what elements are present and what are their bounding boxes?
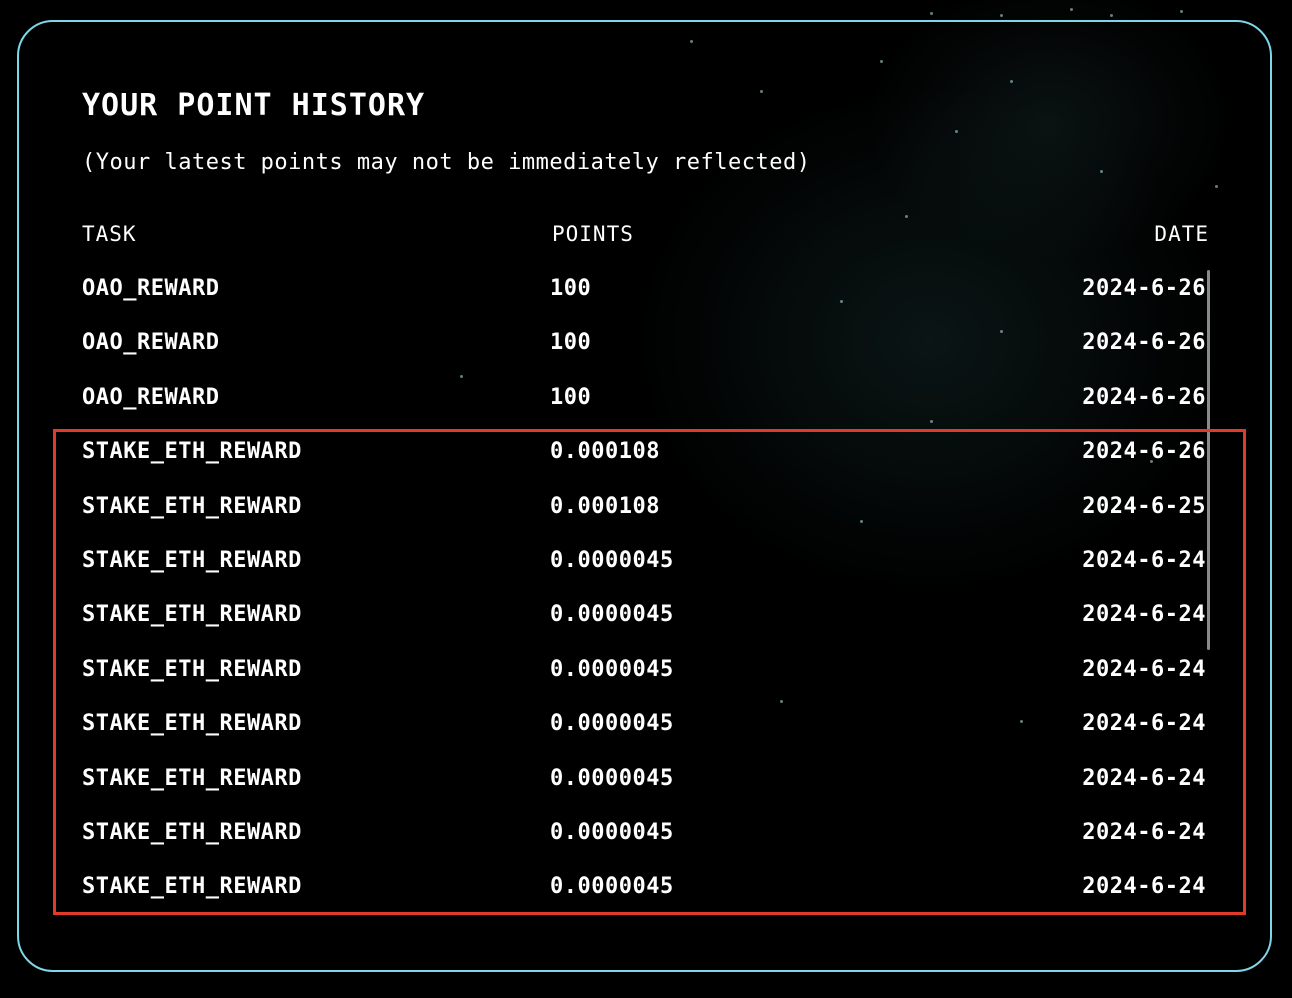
table-row: OAO_REWARD 100 2024-6-26 <box>82 322 1209 376</box>
date-cell: 2024-6-26 <box>1082 384 1206 410</box>
points-cell: 100 <box>550 276 592 301</box>
task-cell: OAO_REWARD <box>82 276 220 301</box>
highlight-annotation-box <box>53 429 1246 915</box>
table-row: OAO_REWARD 100 2024-6-26 <box>82 268 1209 322</box>
date-cell: 2024-6-26 <box>1082 276 1206 301</box>
date-cell: 2024-6-26 <box>1082 330 1206 356</box>
column-header-task: TASK <box>82 222 137 246</box>
task-cell: OAO_REWARD <box>82 330 220 356</box>
panel-title: YOUR POINT HISTORY <box>82 88 426 123</box>
column-header-date: DATE <box>1154 222 1209 246</box>
task-cell: OAO_REWARD <box>82 384 220 410</box>
points-cell: 100 <box>550 330 592 356</box>
points-cell: 100 <box>550 384 592 410</box>
panel-subtitle: (Your latest points may not be immediate… <box>82 150 811 175</box>
table-row: OAO_REWARD 100 2024-6-26 <box>82 377 1209 431</box>
column-header-points: POINTS <box>552 222 634 246</box>
